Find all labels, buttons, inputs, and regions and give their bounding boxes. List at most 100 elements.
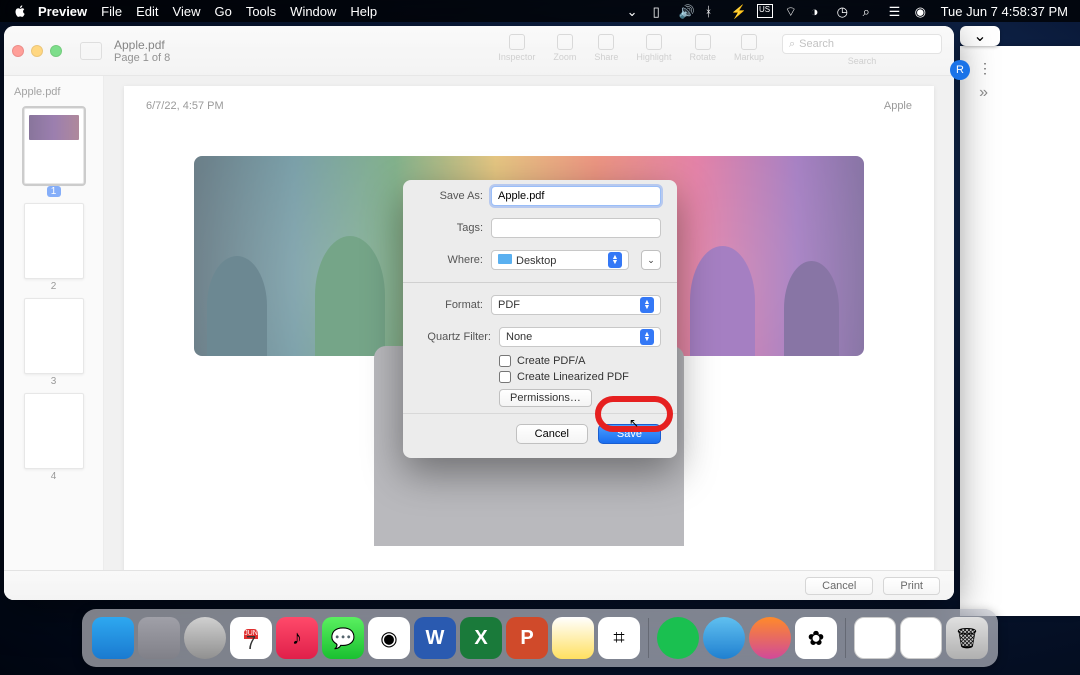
account-avatar[interactable]: R: [950, 60, 970, 80]
menu-go[interactable]: Go: [214, 4, 231, 19]
page-thumbnail-3[interactable]: [24, 298, 84, 374]
create-pdfa-label: Create PDF/A: [517, 355, 585, 367]
dock-photos[interactable]: ✿: [795, 617, 837, 659]
rotate-button[interactable]: Rotate: [689, 34, 716, 62]
dock-firefox[interactable]: [749, 617, 791, 659]
select-arrows-icon: ▲▼: [640, 329, 654, 345]
dock-launchpad[interactable]: [138, 617, 180, 659]
search-icon: ⌕: [789, 38, 795, 51]
permissions-button[interactable]: Permissions…: [499, 389, 592, 407]
cancel-button[interactable]: Cancel: [516, 424, 588, 444]
dock-settings[interactable]: [184, 617, 226, 659]
page-thumbnail-2[interactable]: [24, 203, 84, 279]
control-center-icon[interactable]: ☰: [889, 4, 903, 18]
create-linearized-checkbox[interactable]: [499, 371, 511, 383]
input-source-icon[interactable]: US: [757, 4, 773, 18]
dock-notes[interactable]: [552, 617, 594, 659]
page-number-1: 1: [47, 186, 61, 197]
apple-menu-icon[interactable]: [12, 3, 28, 19]
divider: [403, 282, 677, 283]
close-window-button[interactable]: [12, 45, 24, 57]
battery-icon[interactable]: ⚡: [731, 4, 745, 18]
dock: JUN7 ♪ 💬 ◉ W X P ⌗ ✿ 🗑: [82, 609, 998, 667]
dock-powerpoint[interactable]: P: [506, 617, 548, 659]
phone-icon[interactable]: ▯: [653, 4, 667, 18]
dock-calendar[interactable]: JUN7: [230, 617, 272, 659]
titlebar: Apple.pdf Page 1 of 8 Inspector Zoom Sha…: [4, 26, 954, 76]
menubar: Preview File Edit View Go Tools Window H…: [0, 0, 1080, 22]
chevron-down-icon: ⌄: [973, 26, 986, 46]
siri-icon[interactable]: ◉: [915, 4, 929, 18]
where-label: Where:: [419, 254, 483, 266]
menu-file[interactable]: File: [101, 4, 122, 19]
quartz-filter-select[interactable]: None ▲▼: [499, 327, 661, 347]
share-button[interactable]: Share: [594, 34, 618, 62]
search-field[interactable]: ⌕Search Search: [782, 34, 942, 66]
background-window-tab[interactable]: ⌄: [960, 26, 1000, 46]
highlight-button[interactable]: Highlight: [636, 34, 671, 62]
dock-trash[interactable]: 🗑: [946, 617, 988, 659]
user-icon[interactable]: ◑: [811, 4, 825, 18]
menubar-clock[interactable]: Tue Jun 7 4:58:37 PM: [941, 4, 1068, 19]
menu-help[interactable]: Help: [350, 4, 377, 19]
forward-icon[interactable]: »: [979, 84, 988, 102]
background-window[interactable]: [960, 46, 1080, 616]
print-button[interactable]: Print: [883, 577, 940, 595]
highlight-icon: [646, 34, 662, 50]
mouse-cursor-icon: ↖: [629, 416, 639, 430]
thumbnail-sidebar: Apple.pdf 1 2 3 4: [4, 76, 104, 600]
volume-icon[interactable]: 🔊: [679, 4, 693, 18]
sidebar-title: Apple.pdf: [4, 82, 103, 102]
share-icon: [598, 34, 614, 50]
folder-icon: [498, 254, 512, 264]
bluetooth-icon[interactable]: ᚼ: [705, 4, 719, 18]
inspector-button[interactable]: Inspector: [498, 34, 535, 62]
select-arrows-icon: ▲▼: [608, 252, 622, 268]
wifi-icon[interactable]: ⌔: [785, 4, 799, 18]
tags-label: Tags:: [419, 222, 483, 234]
dock-spotify[interactable]: [657, 617, 699, 659]
print-cancel-button[interactable]: Cancel: [805, 577, 873, 595]
menu-view[interactable]: View: [173, 4, 201, 19]
print-sheet-footer: Cancel Print: [4, 570, 954, 600]
menu-edit[interactable]: Edit: [136, 4, 158, 19]
where-select[interactable]: Desktop ▲▼: [491, 250, 629, 270]
dock-messages[interactable]: 💬: [322, 617, 364, 659]
page-number-4: 4: [4, 471, 103, 482]
zoom-window-button[interactable]: [50, 45, 62, 57]
markup-button[interactable]: Markup: [734, 34, 764, 62]
page-number-3: 3: [4, 376, 103, 387]
chevron-down-icon: ⌄: [647, 255, 655, 266]
clock-widget-icon[interactable]: ◷: [837, 4, 851, 18]
save-as-label: Save As:: [419, 190, 483, 202]
save-as-input[interactable]: [491, 186, 661, 206]
more-icon[interactable]: ⋮: [978, 60, 992, 77]
dock-chrome[interactable]: ◉: [368, 617, 410, 659]
dock-excel[interactable]: X: [460, 617, 502, 659]
dock-slack[interactable]: ⌗: [598, 617, 640, 659]
dock-safari[interactable]: [703, 617, 745, 659]
page-thumbnail-1[interactable]: [24, 108, 84, 184]
tags-input[interactable]: [491, 218, 661, 238]
spotlight-icon[interactable]: ⌕: [863, 4, 877, 18]
dock-finder[interactable]: [92, 617, 134, 659]
select-arrows-icon: ▲▼: [640, 297, 654, 313]
dock-document-2[interactable]: [900, 617, 942, 659]
expand-dialog-button[interactable]: ⌄: [641, 250, 661, 270]
page-thumbnail-4[interactable]: [24, 393, 84, 469]
menubar-app-name[interactable]: Preview: [38, 4, 87, 19]
zoom-button[interactable]: Zoom: [553, 34, 576, 62]
document-subtitle: Page 1 of 8: [114, 52, 170, 64]
dock-music[interactable]: ♪: [276, 617, 318, 659]
info-icon: [509, 34, 525, 50]
dock-word[interactable]: W: [414, 617, 456, 659]
dropbox-icon[interactable]: ⌄: [627, 4, 641, 18]
sidebar-toggle-button[interactable]: [80, 42, 102, 60]
page-number-2: 2: [4, 281, 103, 292]
menu-tools[interactable]: Tools: [246, 4, 276, 19]
minimize-window-button[interactable]: [31, 45, 43, 57]
create-pdfa-checkbox[interactable]: [499, 355, 511, 367]
dock-document[interactable]: [854, 617, 896, 659]
format-select[interactable]: PDF ▲▼: [491, 295, 661, 315]
menu-window[interactable]: Window: [290, 4, 336, 19]
